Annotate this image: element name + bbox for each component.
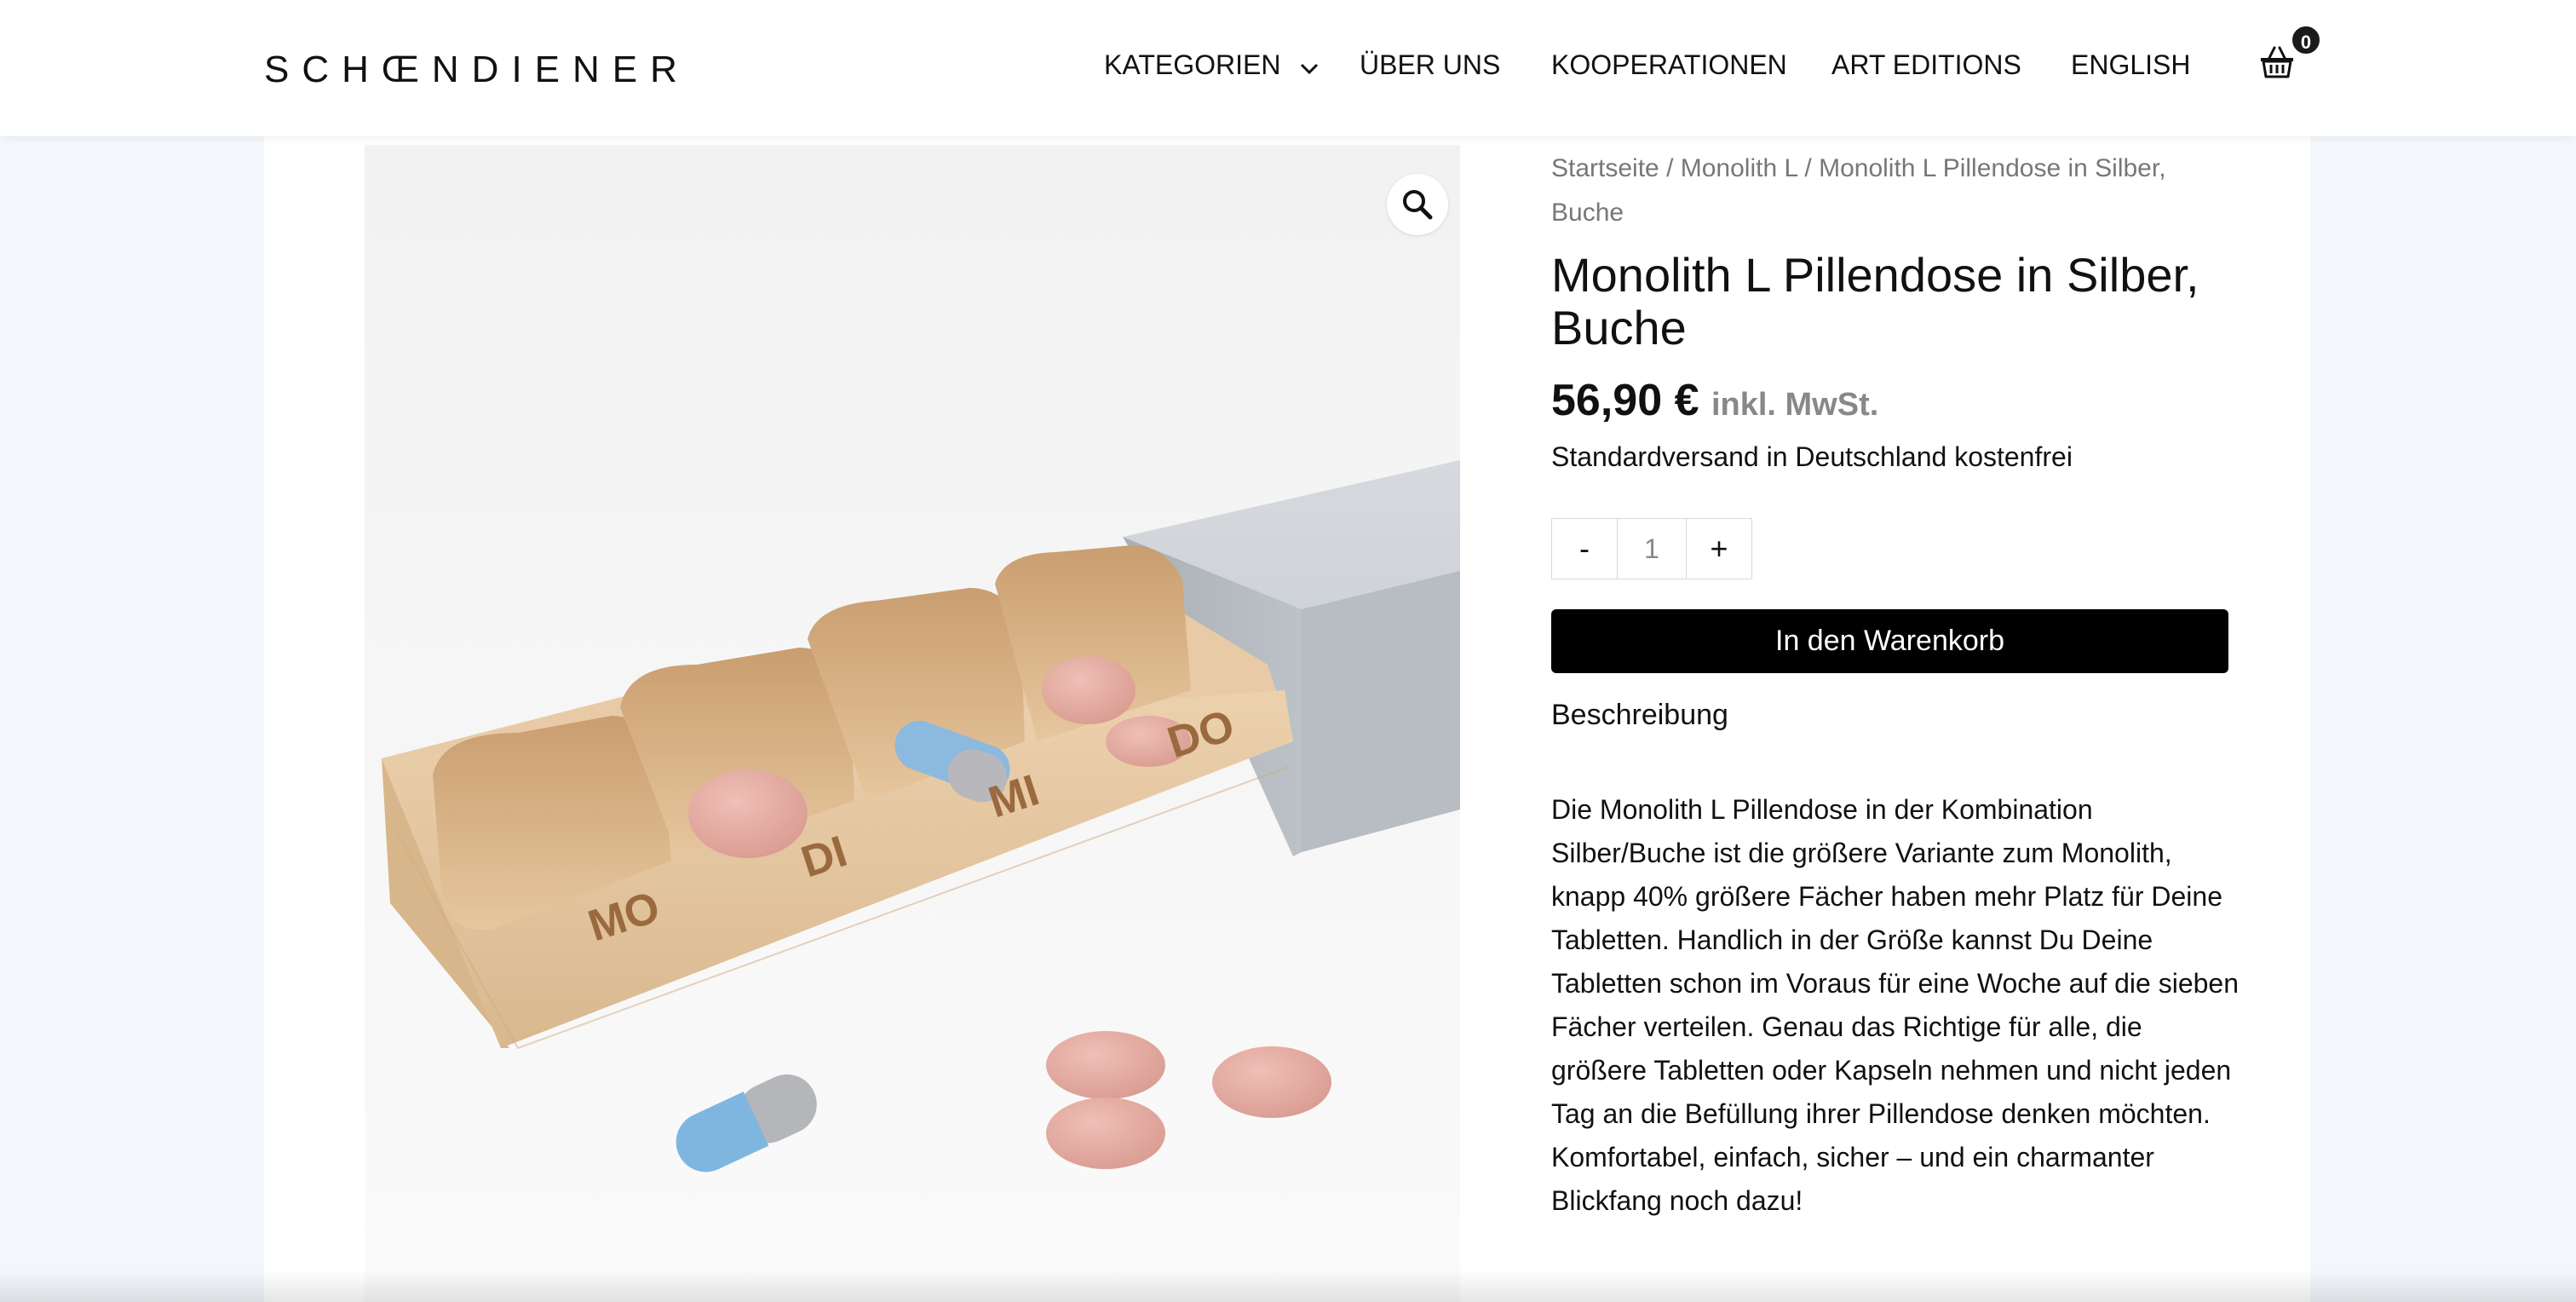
product-title: Monolith L Pillendose in Silber, Buche <box>1551 248 2199 354</box>
product-image[interactable]: MO DI MI DO <box>365 145 1460 1302</box>
breadcrumb-category-link[interactable]: Monolith L <box>1681 154 1797 182</box>
nav-item-kooperationen[interactable]: KOOPERATIONEN <box>1551 39 1787 90</box>
quantity-increase-button[interactable]: + <box>1687 519 1751 579</box>
quantity-input[interactable] <box>1617 519 1687 579</box>
breadcrumb: Startseite / Monolith L / Monolith L Pil… <box>1551 147 2233 235</box>
description-tab[interactable]: Beschreibung <box>1551 699 1728 732</box>
bottom-edge-shadow <box>0 1270 2576 1302</box>
shipping-info: Standardversand in Deutschland kostenfre… <box>1551 441 2073 472</box>
basket-icon <box>2261 46 2293 78</box>
pill-box-photo: MO DI MI DO <box>365 145 1460 1302</box>
nav-item-ueber-uns[interactable]: ÜBER UNS <box>1360 39 1500 90</box>
nav-item-label: KATEGORIEN <box>1104 49 1281 80</box>
product-price: 56,90 € <box>1551 376 1699 425</box>
nav-item-kategorien[interactable]: KATEGORIEN <box>1104 39 1319 90</box>
nav-item-english[interactable]: ENGLISH <box>2071 39 2190 90</box>
magnifier-icon <box>1403 190 1433 220</box>
add-to-cart-button[interactable]: In den Warenkorb <box>1551 609 2228 673</box>
nav-item-art-editions[interactable]: ART EDITIONS <box>1831 39 2021 90</box>
quantity-stepper: - + <box>1551 518 1752 579</box>
price-row: 56,90 € inkl. MwSt. <box>1551 375 1878 426</box>
breadcrumb-home-link[interactable]: Startseite <box>1551 154 1659 182</box>
zoom-button[interactable] <box>1387 174 1448 235</box>
chevron-down-icon <box>1300 40 1319 91</box>
breadcrumb-separator: / <box>1797 154 1820 182</box>
site-header: SCHŒNDIENER KATEGORIEN ÜBER UNS KOOPERAT… <box>0 0 2576 136</box>
quantity-decrease-button[interactable]: - <box>1552 519 1617 579</box>
breadcrumb-separator: / <box>1659 154 1681 182</box>
vat-note: inkl. MwSt. <box>1711 387 1879 423</box>
site-logo[interactable]: SCHŒNDIENER <box>264 44 690 95</box>
product-description: Die Monolith L Pillendose in der Kombina… <box>1551 794 2240 1216</box>
cart-count-badge: 0 <box>2290 24 2322 56</box>
